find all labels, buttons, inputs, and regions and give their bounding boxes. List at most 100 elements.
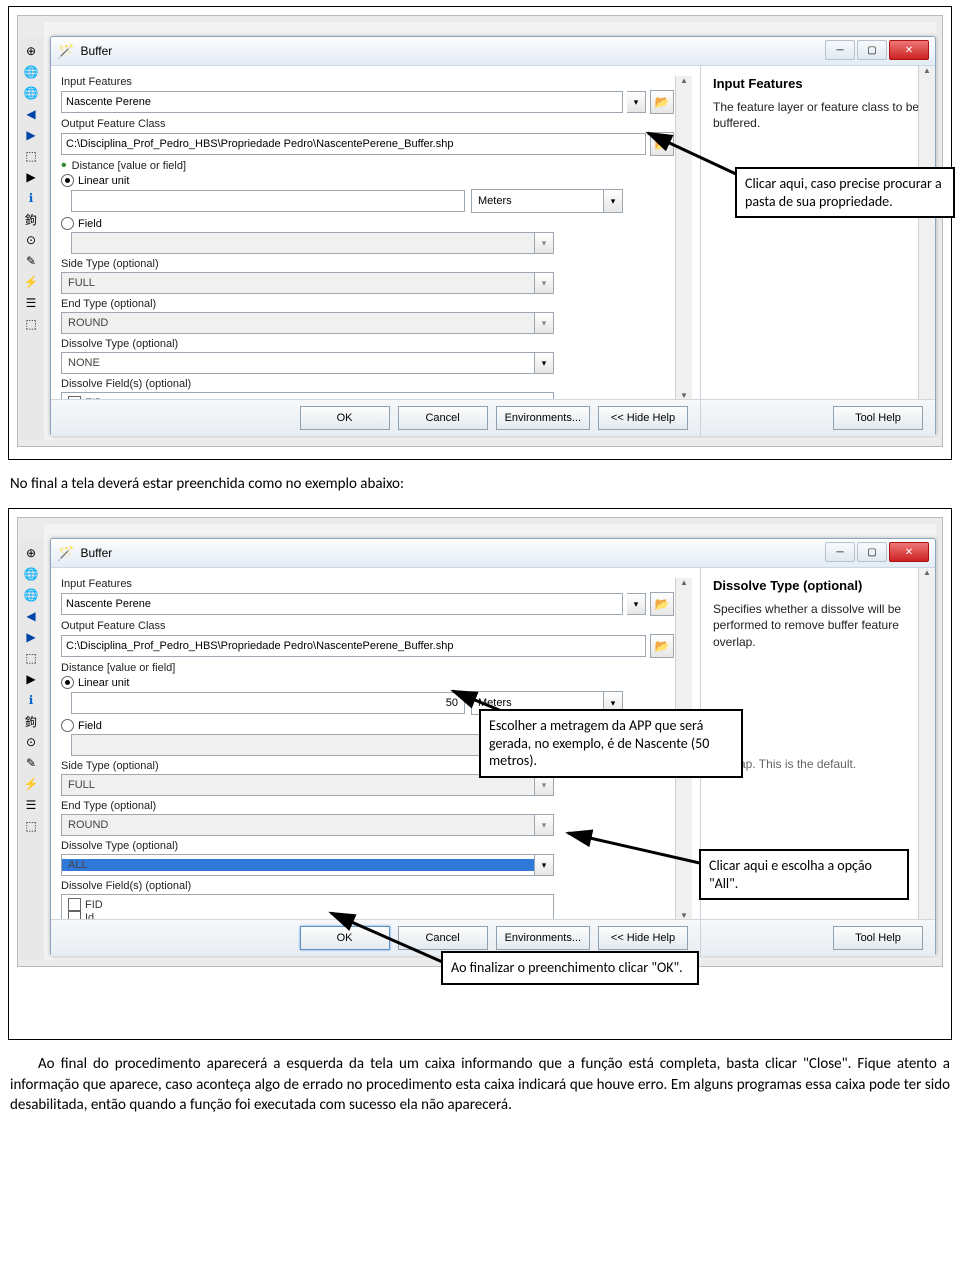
tool-icon[interactable]: ☰ (22, 796, 40, 814)
window-title: Buffer (80, 44, 112, 58)
instruction-text-mid: No final a tela deverá estar preenchida … (10, 474, 950, 494)
distance-value-field[interactable] (71, 190, 465, 212)
input-features-label: Input Features (61, 76, 674, 88)
help-text: Specifies whether a dissolve will be per… (713, 601, 923, 650)
dissolve-type-combo[interactable]: ALL▾ (61, 854, 554, 876)
help-scrollbar[interactable] (918, 66, 935, 436)
help-title: Input Features (713, 76, 923, 91)
radio-linear-unit[interactable]: Linear unit (61, 174, 674, 187)
tool-icon[interactable]: ⚡ (22, 273, 40, 291)
chk-fid[interactable]: FID (68, 898, 547, 911)
tool-icon[interactable]: ▶ (22, 670, 40, 688)
ok-button[interactable]: OK (300, 406, 390, 430)
help-text: The feature layer or feature class to be… (713, 99, 923, 131)
tool-icon[interactable]: ⊕ (22, 544, 40, 562)
browse-input-icon[interactable]: 📂 (650, 90, 674, 114)
tool-icon[interactable]: ◀ (22, 607, 40, 625)
titlebar[interactable]: 🪄 Buffer ─ ▢ ✕ (51, 539, 935, 568)
dissolve-type-combo[interactable]: NONE▾ (61, 352, 554, 374)
tool-icon[interactable]: 🌐 (22, 586, 40, 604)
tool-icon[interactable]: ▶ (22, 168, 40, 186)
cancel-button[interactable]: Cancel (398, 406, 488, 430)
callout-dissolve-all: Clicar aqui e escolha a opção "All". (699, 849, 909, 900)
tool-icon[interactable]: 鉤 (22, 712, 40, 730)
input-features-label: Input Features (61, 578, 674, 590)
tool-icon[interactable]: ⬚ (22, 147, 40, 165)
tool-icon[interactable]: 鉤 (22, 210, 40, 228)
tool-icon[interactable]: ℹ (22, 691, 40, 709)
input-features-dropdown[interactable]: ▾ (627, 91, 646, 113)
tool-icon[interactable]: ⊙ (22, 733, 40, 751)
tool-icon[interactable]: ℹ (22, 189, 40, 207)
tool-icon[interactable]: ▶ (22, 628, 40, 646)
side-type-combo[interactable]: FULL▾ (61, 272, 554, 294)
help-title: Dissolve Type (optional) (713, 578, 923, 593)
distance-label: Distance [value or field] (61, 662, 674, 674)
tool-help-button[interactable]: Tool Help (833, 926, 923, 950)
distance-value-field[interactable]: 50 (71, 692, 465, 714)
form-pane: Input Features Nascente Perene ▾ 📂 Outpu… (51, 66, 700, 436)
close-button[interactable]: ✕ (889, 40, 929, 60)
tool-icon[interactable]: ◀ (22, 105, 40, 123)
output-field[interactable]: C:\Disciplina_Prof_Pedro_HBS\Propriedade… (61, 133, 646, 155)
output-field[interactable]: C:\Disciplina_Prof_Pedro_HBS\Propriedade… (61, 635, 646, 657)
tool-icon[interactable]: ⊕ (22, 42, 40, 60)
titlebar[interactable]: 🪄 Buffer ─ ▢ ✕ (51, 37, 935, 66)
close-button[interactable]: ✕ (889, 542, 929, 562)
tool-icon[interactable]: ✎ (22, 252, 40, 270)
left-toolbar: ⊕ 🌐 🌐 ◀ ▶ ⬚ ▶ ℹ 鉤 ⊙ ✎ ⚡ ☰ ⬚ (20, 540, 47, 960)
end-type-combo[interactable]: ROUND▾ (61, 814, 554, 836)
tool-icon[interactable]: ⬚ (22, 817, 40, 835)
environments-button[interactable]: Environments... (496, 406, 590, 430)
input-features-field[interactable]: Nascente Perene (61, 593, 623, 615)
input-features-field[interactable]: Nascente Perene (61, 91, 623, 113)
browse-input-icon[interactable]: 📂 (650, 592, 674, 616)
screenshot-2-frame: ⊕ 🌐 🌐 ◀ ▶ ⬚ ▶ ℹ 鉤 ⊙ ✎ ⚡ ☰ ⬚ 🪄 Buffer ─ ▢… (8, 508, 952, 1040)
wand-icon: 🪄 (57, 545, 74, 562)
maximize-button[interactable]: ▢ (857, 542, 887, 562)
radio-field[interactable]: Field (61, 217, 674, 230)
output-label: Output Feature Class (61, 118, 674, 130)
output-label: Output Feature Class (61, 620, 674, 632)
help-scrollbar[interactable] (918, 568, 935, 956)
input-features-dropdown[interactable]: ▾ (627, 593, 646, 615)
wand-icon: 🪄 (57, 43, 74, 60)
end-type-combo[interactable]: ROUND▾ (61, 312, 554, 334)
tool-icon[interactable]: 🌐 (22, 565, 40, 583)
end-type-label: End Type (optional) (61, 800, 674, 812)
unit-combo[interactable]: Meters▾ (471, 189, 623, 213)
minimize-button[interactable]: ─ (825, 542, 855, 562)
arrow-to-dissolve-combo (564, 829, 709, 869)
window-title: Buffer (80, 546, 112, 560)
button-bar: OK Cancel Environments... << Hide Help (51, 399, 700, 436)
dissolve-fields-label: Dissolve Field(s) (optional) (61, 378, 674, 390)
hide-help-button[interactable]: << Hide Help (598, 926, 688, 950)
tool-icon[interactable]: ⬚ (22, 649, 40, 667)
dissolve-type-label: Dissolve Type (optional) (61, 338, 674, 350)
minimize-button[interactable]: ─ (825, 40, 855, 60)
browse-output-icon[interactable]: 📂 (650, 634, 674, 658)
distance-label: • Distance [value or field] (61, 160, 674, 172)
hide-help-button[interactable]: << Hide Help (598, 406, 688, 430)
form-scrollbar[interactable] (675, 76, 692, 400)
help-button-bar: Tool Help (701, 399, 935, 436)
tool-icon[interactable]: ☰ (22, 294, 40, 312)
help-button-bar: Tool Help (701, 919, 935, 956)
field-combo[interactable]: ▾ (71, 232, 554, 254)
environments-button[interactable]: Environments... (496, 926, 590, 950)
end-type-label: End Type (optional) (61, 298, 674, 310)
tool-help-button[interactable]: Tool Help (833, 406, 923, 430)
radio-linear-unit[interactable]: Linear unit (61, 676, 674, 689)
tool-icon[interactable]: 🌐 (22, 63, 40, 81)
tool-icon[interactable]: 🌐 (22, 84, 40, 102)
callout-ok: Ao finalizar o preenchimento clicar "OK"… (441, 951, 699, 985)
side-type-label: Side Type (optional) (61, 258, 674, 270)
tool-icon[interactable]: ⬚ (22, 315, 40, 333)
tool-icon[interactable]: ⊙ (22, 231, 40, 249)
tool-icon[interactable]: ▶ (22, 126, 40, 144)
tool-icon[interactable]: ⚡ (22, 775, 40, 793)
tool-icon[interactable]: ✎ (22, 754, 40, 772)
arrow-to-ok-button (327, 909, 457, 969)
maximize-button[interactable]: ▢ (857, 40, 887, 60)
final-paragraph: Ao final do procedimento aparecerá a esq… (10, 1054, 950, 1115)
